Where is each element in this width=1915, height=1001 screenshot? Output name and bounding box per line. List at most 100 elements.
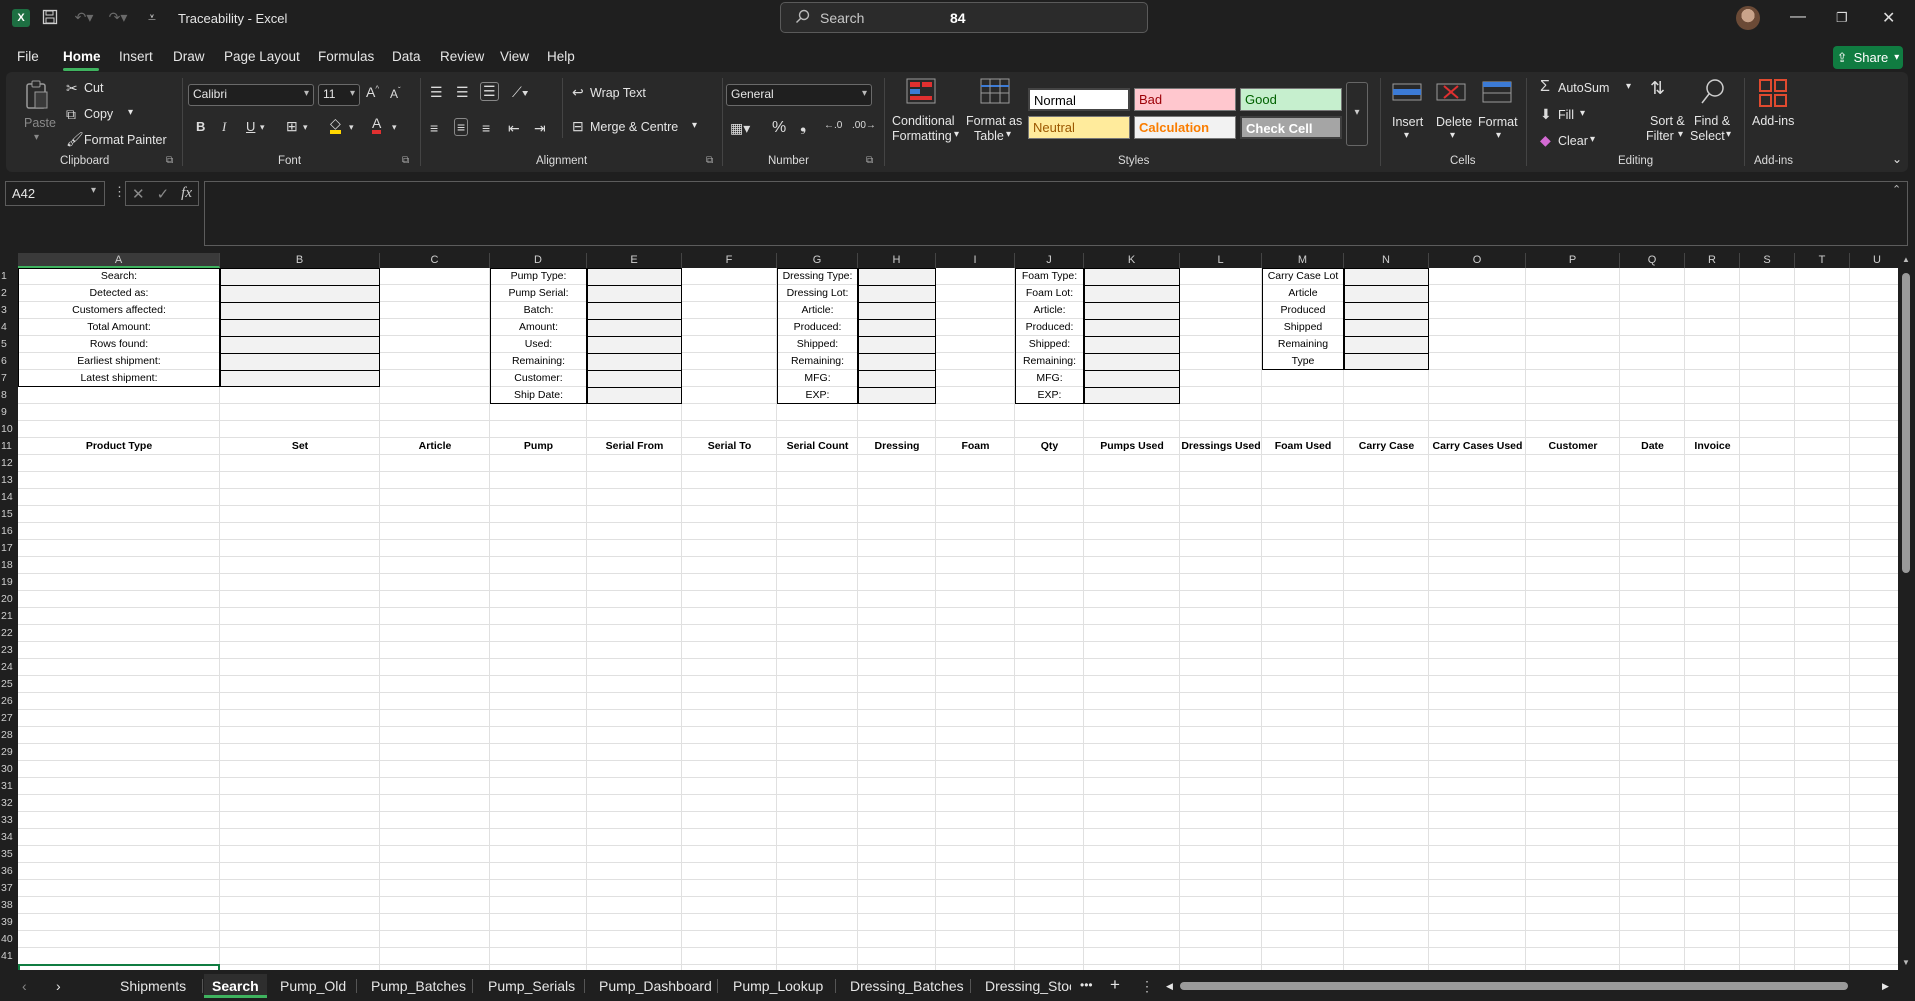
tab-pump-serials[interactable]: Pump_Serials bbox=[488, 978, 575, 994]
label-cell[interactable]: Pump Serial: bbox=[490, 285, 587, 302]
borders-icon[interactable]: ⊞ bbox=[286, 118, 298, 135]
menu-help[interactable]: Help bbox=[547, 49, 575, 64]
tab-pump-lookup[interactable]: Pump_Lookup bbox=[733, 978, 823, 994]
column-header-s[interactable]: S bbox=[1740, 253, 1795, 268]
wrap-text-button[interactable]: Wrap Text bbox=[590, 86, 646, 100]
row-header-40[interactable]: 40 bbox=[0, 931, 18, 948]
bold-icon[interactable]: B bbox=[196, 119, 205, 134]
format-as-table-label-1[interactable]: Format as bbox=[966, 114, 1022, 128]
format-painter-icon[interactable]: 🖌 bbox=[66, 131, 84, 148]
menu-home[interactable]: Home bbox=[63, 49, 101, 64]
row-header-36[interactable]: 36 bbox=[0, 863, 18, 880]
row-header-39[interactable]: 39 bbox=[0, 914, 18, 931]
fill-icon[interactable]: ⬇ bbox=[1540, 106, 1552, 123]
insert-chevron-icon[interactable]: ▾ bbox=[1404, 130, 1409, 141]
label-cell[interactable]: Article: bbox=[1015, 302, 1084, 319]
column-header-n[interactable]: N bbox=[1344, 253, 1429, 268]
fill-chevron-icon[interactable]: ▾ bbox=[1580, 108, 1585, 119]
header-cell[interactable]: Invoice bbox=[1685, 438, 1740, 455]
menu-insert[interactable]: Insert bbox=[119, 49, 153, 64]
row-header-27[interactable]: 27 bbox=[0, 710, 18, 727]
row-header-33[interactable]: 33 bbox=[0, 812, 18, 829]
scroll-left-icon[interactable]: ◀ bbox=[1166, 981, 1173, 992]
row-header-23[interactable]: 23 bbox=[0, 642, 18, 659]
column-header-f[interactable]: F bbox=[682, 253, 777, 268]
vertical-scrollbar[interactable]: ▲ ▼ bbox=[1898, 253, 1915, 970]
redo-icon[interactable]: ↷▾ bbox=[109, 9, 128, 25]
name-box-chevron-icon[interactable]: ▾ bbox=[91, 185, 96, 196]
row-header-24[interactable]: 24 bbox=[0, 659, 18, 676]
label-cell[interactable]: Total Amount: bbox=[18, 319, 220, 336]
row-header-41[interactable]: 41 bbox=[0, 948, 18, 965]
row-header-5[interactable]: 5 bbox=[0, 336, 18, 353]
autosum-button[interactable]: AutoSum bbox=[1558, 81, 1609, 95]
column-header-t[interactable]: T bbox=[1795, 253, 1850, 268]
label-cell[interactable]: MFG: bbox=[1015, 370, 1084, 387]
row-header-30[interactable]: 30 bbox=[0, 761, 18, 778]
column-header-m[interactable]: M bbox=[1262, 253, 1344, 268]
menu-data[interactable]: Data bbox=[392, 49, 421, 64]
insert-function-icon[interactable]: fx bbox=[181, 185, 192, 202]
label-cell[interactable]: Shipped: bbox=[777, 336, 858, 353]
row-header-7[interactable]: 7 bbox=[0, 370, 18, 387]
row-header-29[interactable]: 29 bbox=[0, 744, 18, 761]
column-header-i[interactable]: I bbox=[936, 253, 1015, 268]
tab-pump-old[interactable]: Pump_Old bbox=[280, 978, 346, 994]
next-sheet-icon[interactable]: › bbox=[56, 978, 61, 994]
row-header-34[interactable]: 34 bbox=[0, 829, 18, 846]
copy-button[interactable]: Copy bbox=[84, 107, 113, 121]
tab-search[interactable]: Search bbox=[204, 974, 267, 998]
search-box[interactable]: Search 84 bbox=[780, 2, 1148, 33]
wrap-text-icon[interactable]: ↩ bbox=[572, 84, 584, 101]
conditional-formatting-icon[interactable] bbox=[906, 78, 938, 104]
label-cell[interactable]: Pump Type: bbox=[490, 268, 587, 285]
column-header-r[interactable]: R bbox=[1685, 253, 1740, 268]
menu-formulas[interactable]: Formulas bbox=[318, 49, 374, 64]
borders-chevron-icon[interactable]: ▾ bbox=[303, 122, 308, 133]
row-header-10[interactable]: 10 bbox=[0, 421, 18, 438]
copy-chevron-icon[interactable]: ▾ bbox=[128, 107, 133, 118]
find-select-icon[interactable] bbox=[1700, 78, 1726, 109]
column-header-j[interactable]: J bbox=[1015, 253, 1084, 268]
underline-chevron-icon[interactable]: ▾ bbox=[260, 122, 265, 133]
conditional-chevron-icon[interactable]: ▾ bbox=[954, 129, 959, 140]
align-bottom-icon[interactable]: ☰ bbox=[480, 82, 499, 101]
row-header-3[interactable]: 3 bbox=[0, 302, 18, 319]
format-painter-button[interactable]: Format Painter bbox=[84, 133, 167, 147]
scrollbar-thumb[interactable] bbox=[1902, 273, 1910, 573]
row-header-22[interactable]: 22 bbox=[0, 625, 18, 642]
fill-color-icon[interactable]: ◇ bbox=[330, 116, 341, 134]
find-select-label-1[interactable]: Find & bbox=[1694, 114, 1730, 128]
more-tabs-icon[interactable]: ••• bbox=[1080, 978, 1093, 992]
label-cell[interactable]: MFG: bbox=[777, 370, 858, 387]
align-middle-icon[interactable]: ☰ bbox=[456, 84, 469, 101]
menu-page-layout[interactable]: Page Layout bbox=[224, 49, 300, 64]
header-cell[interactable]: Set bbox=[220, 438, 380, 455]
cut-button[interactable]: Cut bbox=[84, 81, 103, 95]
comma-style-icon[interactable]: ❟ bbox=[800, 118, 806, 136]
label-cell[interactable]: Produced: bbox=[1015, 319, 1084, 336]
tabs-more-options-icon[interactable]: ⋮ bbox=[1140, 978, 1154, 995]
menu-draw[interactable]: Draw bbox=[173, 49, 205, 64]
delete-chevron-icon[interactable]: ▾ bbox=[1450, 130, 1455, 141]
formula-input[interactable] bbox=[204, 181, 1908, 246]
format-as-table-icon[interactable] bbox=[980, 78, 1012, 104]
font-name-select[interactable]: Calibri bbox=[188, 84, 314, 106]
undo-icon[interactable]: ↶▾ bbox=[75, 9, 94, 25]
column-header-o[interactable]: O bbox=[1429, 253, 1526, 268]
header-cell[interactable]: Dressing bbox=[858, 438, 936, 455]
column-header-c[interactable]: C bbox=[380, 253, 490, 268]
sort-chevron-icon[interactable]: ▾ bbox=[1678, 129, 1683, 140]
fill-color-chevron-icon[interactable]: ▾ bbox=[349, 122, 354, 133]
menu-review[interactable]: Review bbox=[440, 49, 484, 64]
format-chevron-icon[interactable]: ▾ bbox=[1496, 130, 1501, 141]
font-color-chevron-icon[interactable]: ▾ bbox=[392, 122, 397, 133]
insert-cells-icon[interactable] bbox=[1392, 80, 1422, 107]
style-good[interactable]: Good bbox=[1240, 88, 1342, 111]
style-check-cell[interactable]: Check Cell bbox=[1240, 116, 1342, 139]
minimize-icon[interactable]: — bbox=[1790, 8, 1806, 26]
header-cell[interactable]: Pumps Used bbox=[1084, 438, 1180, 455]
paste-chevron-icon[interactable]: ▾ bbox=[34, 132, 39, 143]
row-header-32[interactable]: 32 bbox=[0, 795, 18, 812]
menu-file[interactable]: File bbox=[17, 49, 39, 64]
